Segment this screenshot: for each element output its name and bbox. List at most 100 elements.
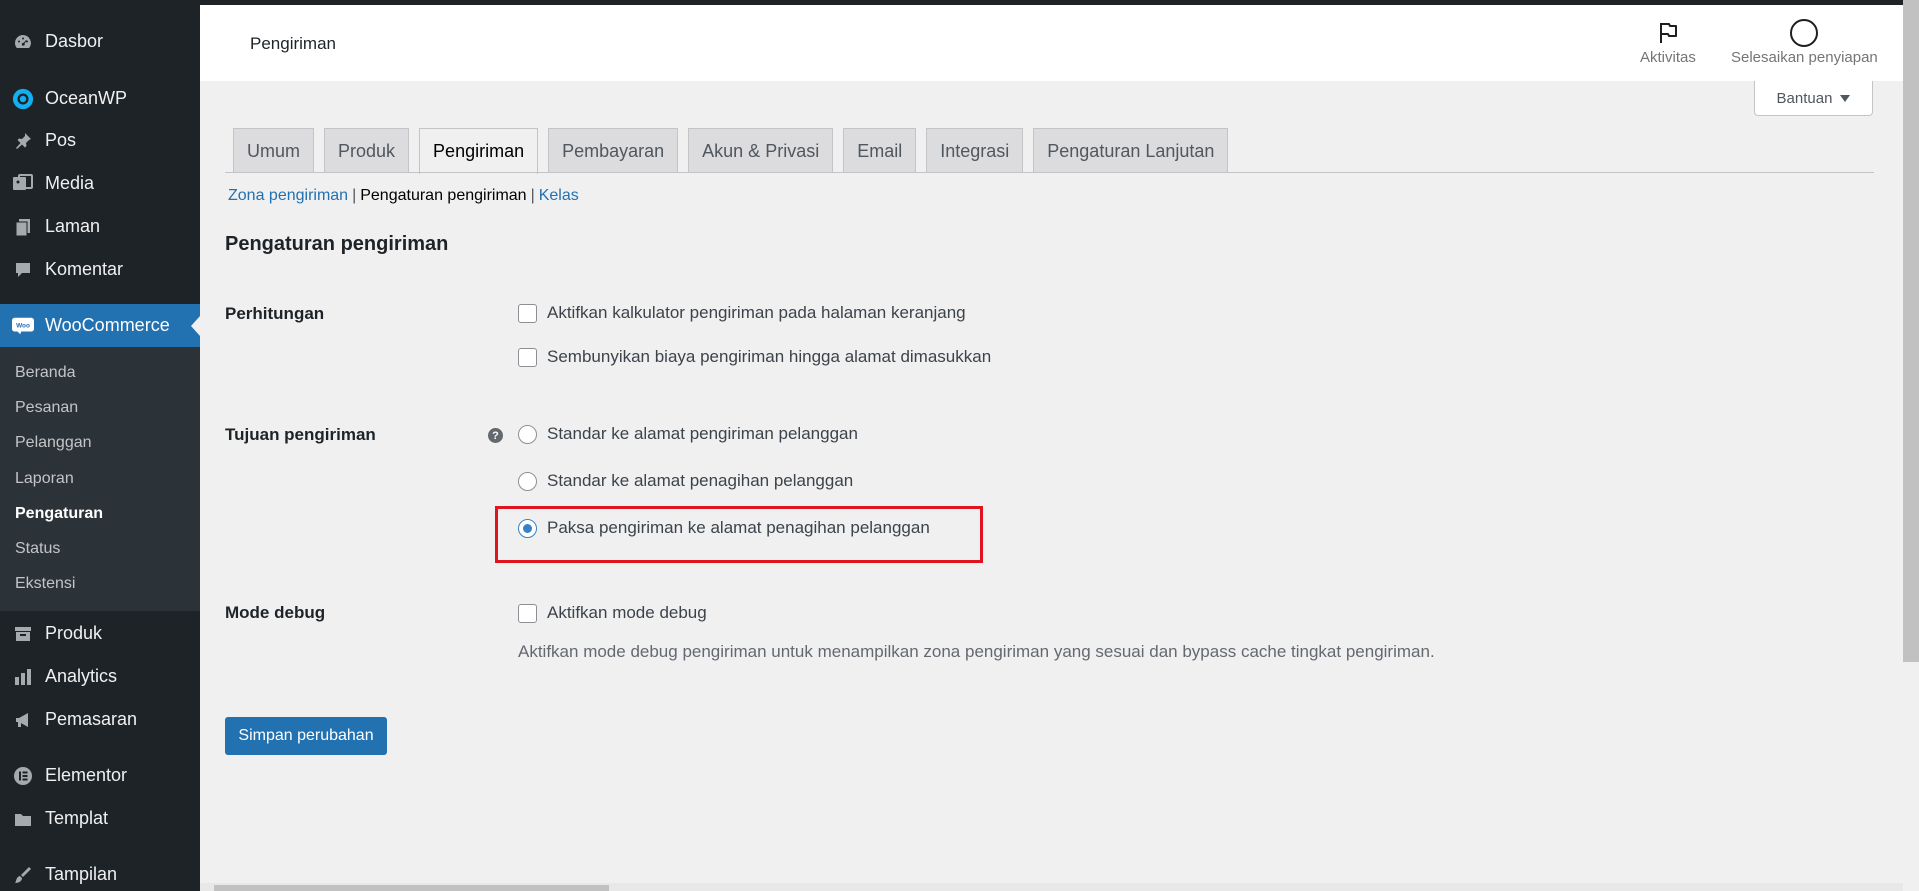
activity-button[interactable]: Aktivitas bbox=[1640, 17, 1696, 66]
enable-cart-calculator-option[interactable]: Aktifkan kalkulator pengiriman pada hala… bbox=[518, 303, 966, 323]
destination-billing-radio[interactable] bbox=[518, 471, 537, 491]
tab-produk[interactable]: Produk bbox=[324, 128, 410, 173]
page-header: Pengiriman Aktivitas Selesaikan penyiapa… bbox=[200, 5, 1903, 81]
sidebar-item-label: Elementor bbox=[45, 765, 128, 785]
settings-tabs: Umum Produk Pengiriman Pembayaran Akun &… bbox=[233, 128, 1238, 174]
destination-shipping-option[interactable]: Standar ke alamat pengiriman pelanggan bbox=[518, 424, 858, 444]
tab-integrasi[interactable]: Integrasi bbox=[926, 128, 1024, 173]
sidebar-item-label: Dasbor bbox=[45, 31, 104, 51]
option-label: Aktifkan kalkulator pengiriman pada hala… bbox=[547, 303, 966, 322]
horizontal-scrollbar-thumb[interactable] bbox=[214, 885, 609, 891]
folder-icon bbox=[12, 808, 34, 830]
admin-sidebar: Dasbor OceanWP Pos Media Laman Komentar … bbox=[0, 0, 200, 891]
activity-label: Aktivitas bbox=[1640, 49, 1696, 66]
calculations-label: Perhitungan bbox=[225, 304, 325, 323]
enable-cart-calculator-checkbox[interactable] bbox=[518, 303, 537, 323]
tab-pembayaran[interactable]: Pembayaran bbox=[548, 128, 679, 173]
sidebar-item-media[interactable]: Media bbox=[0, 162, 200, 205]
section-title: Pengaturan pengiriman bbox=[225, 233, 449, 255]
submenu-item-beranda[interactable]: Beranda bbox=[15, 364, 76, 382]
sidebar-item-analytics[interactable]: Analytics bbox=[0, 655, 200, 698]
debug-mode-label: Mode debug bbox=[225, 603, 326, 622]
sidebar-item-label: Media bbox=[45, 173, 95, 193]
submenu-item-status[interactable]: Status bbox=[15, 540, 60, 558]
oceanwp-icon bbox=[12, 88, 34, 110]
highlight-annotation-box bbox=[495, 506, 983, 563]
sidebar-item-elementor[interactable]: Elementor bbox=[0, 754, 200, 797]
option-label: Sembunyikan biaya pengiriman hingga alam… bbox=[547, 347, 992, 366]
svg-text:Woo: Woo bbox=[16, 322, 30, 329]
sidebar-item-oceanwp[interactable]: OceanWP bbox=[0, 77, 200, 120]
brush-icon bbox=[12, 864, 34, 886]
pages-icon bbox=[12, 216, 34, 238]
submenu-item-pesanan[interactable]: Pesanan bbox=[15, 399, 78, 417]
tab-pengiriman[interactable]: Pengiriman bbox=[419, 128, 539, 174]
finish-setup-label: Selesaikan penyiapan bbox=[1731, 49, 1878, 66]
sidebar-item-dasbor[interactable]: Dasbor bbox=[0, 20, 200, 63]
caret-down-icon bbox=[1840, 94, 1851, 102]
bar-chart-icon bbox=[12, 666, 34, 688]
subnav-zones-link[interactable]: Zona pengiriman bbox=[228, 187, 348, 205]
sidebar-item-laman[interactable]: Laman bbox=[0, 205, 200, 248]
sidebar-item-label: Tampilan bbox=[45, 864, 118, 884]
save-changes-button[interactable]: Simpan perubahan bbox=[225, 717, 387, 755]
help-tip-icon[interactable]: ? bbox=[488, 428, 503, 443]
shipping-subnav: Zona pengiriman | Pengaturan pengiriman … bbox=[228, 187, 579, 205]
elementor-icon bbox=[12, 765, 34, 787]
page-title: Pengiriman bbox=[250, 34, 336, 53]
pin-icon bbox=[12, 130, 34, 152]
enable-debug-checkbox[interactable] bbox=[518, 603, 537, 623]
tabs-divider bbox=[225, 172, 1874, 173]
tab-pengaturan-lanjutan[interactable]: Pengaturan Lanjutan bbox=[1033, 128, 1229, 173]
sidebar-item-templat[interactable]: Templat bbox=[0, 797, 200, 840]
submenu-item-ekstensi[interactable]: Ekstensi bbox=[15, 575, 75, 593]
sidebar-item-pemasaran[interactable]: Pemasaran bbox=[0, 698, 200, 741]
sidebar-item-label: Laman bbox=[45, 216, 101, 236]
tab-umum[interactable]: Umum bbox=[233, 128, 314, 173]
option-label: Aktifkan mode debug bbox=[547, 603, 707, 622]
destination-label: Tujuan pengiriman bbox=[225, 425, 376, 444]
vertical-scrollbar-thumb[interactable] bbox=[1903, 0, 1919, 662]
megaphone-icon bbox=[12, 709, 34, 731]
option-label: Standar ke alamat pengiriman pelanggan bbox=[547, 424, 858, 443]
help-label: Bantuan bbox=[1776, 89, 1833, 107]
sidebar-item-label: Templat bbox=[45, 808, 109, 828]
hide-costs-until-address-option[interactable]: Sembunyikan biaya pengiriman hingga alam… bbox=[518, 347, 991, 367]
destination-shipping-radio[interactable] bbox=[518, 424, 537, 444]
sidebar-item-tampilan[interactable]: Tampilan bbox=[0, 853, 200, 891]
sidebar-item-produk[interactable]: Produk bbox=[0, 612, 200, 655]
tab-akun-privasi[interactable]: Akun & Privasi bbox=[688, 128, 834, 173]
destination-billing-option[interactable]: Standar ke alamat penagihan pelanggan bbox=[518, 471, 853, 491]
woocommerce-submenu: Beranda Pesanan Pelanggan Laporan Pengat… bbox=[0, 347, 200, 611]
flag-icon bbox=[1657, 17, 1679, 49]
dashboard-icon bbox=[12, 31, 34, 53]
comment-icon bbox=[12, 259, 34, 281]
sidebar-item-label: Komentar bbox=[45, 259, 124, 279]
sidebar-item-label: Produk bbox=[45, 623, 103, 643]
finish-setup-button[interactable]: Selesaikan penyiapan bbox=[1731, 17, 1878, 66]
option-label: Standar ke alamat penagihan pelanggan bbox=[547, 471, 854, 490]
sidebar-item-komentar[interactable]: Komentar bbox=[0, 248, 200, 291]
sidebar-item-label: Pos bbox=[45, 130, 77, 150]
progress-circle-icon bbox=[1790, 17, 1819, 49]
subnav-separator: | bbox=[352, 187, 357, 204]
archive-icon bbox=[12, 623, 34, 645]
tab-email[interactable]: Email bbox=[843, 128, 917, 173]
sidebar-item-label: Pemasaran bbox=[45, 709, 138, 729]
sidebar-item-woocommerce[interactable]: Woo WooCommerce bbox=[0, 304, 200, 347]
sidebar-item-label: OceanWP bbox=[45, 88, 128, 108]
enable-debug-option[interactable]: Aktifkan mode debug bbox=[518, 603, 707, 623]
submenu-item-pelanggan[interactable]: Pelanggan bbox=[15, 434, 92, 452]
sidebar-item-pos[interactable]: Pos bbox=[0, 119, 200, 162]
sidebar-item-label: Analytics bbox=[45, 666, 118, 686]
submenu-item-pengaturan[interactable]: Pengaturan bbox=[15, 505, 103, 523]
debug-description: Aktifkan mode debug pengiriman untuk men… bbox=[518, 642, 1435, 661]
help-tab-button[interactable]: Bantuan bbox=[1754, 81, 1873, 116]
hide-costs-until-address-checkbox[interactable] bbox=[518, 347, 537, 367]
subnav-separator: | bbox=[530, 187, 535, 204]
media-icon bbox=[12, 173, 34, 195]
subnav-classes-link[interactable]: Kelas bbox=[539, 187, 579, 205]
submenu-item-laporan[interactable]: Laporan bbox=[15, 470, 74, 488]
sidebar-item-label: WooCommerce bbox=[45, 315, 170, 335]
subnav-options-current[interactable]: Pengaturan pengiriman bbox=[360, 187, 526, 205]
